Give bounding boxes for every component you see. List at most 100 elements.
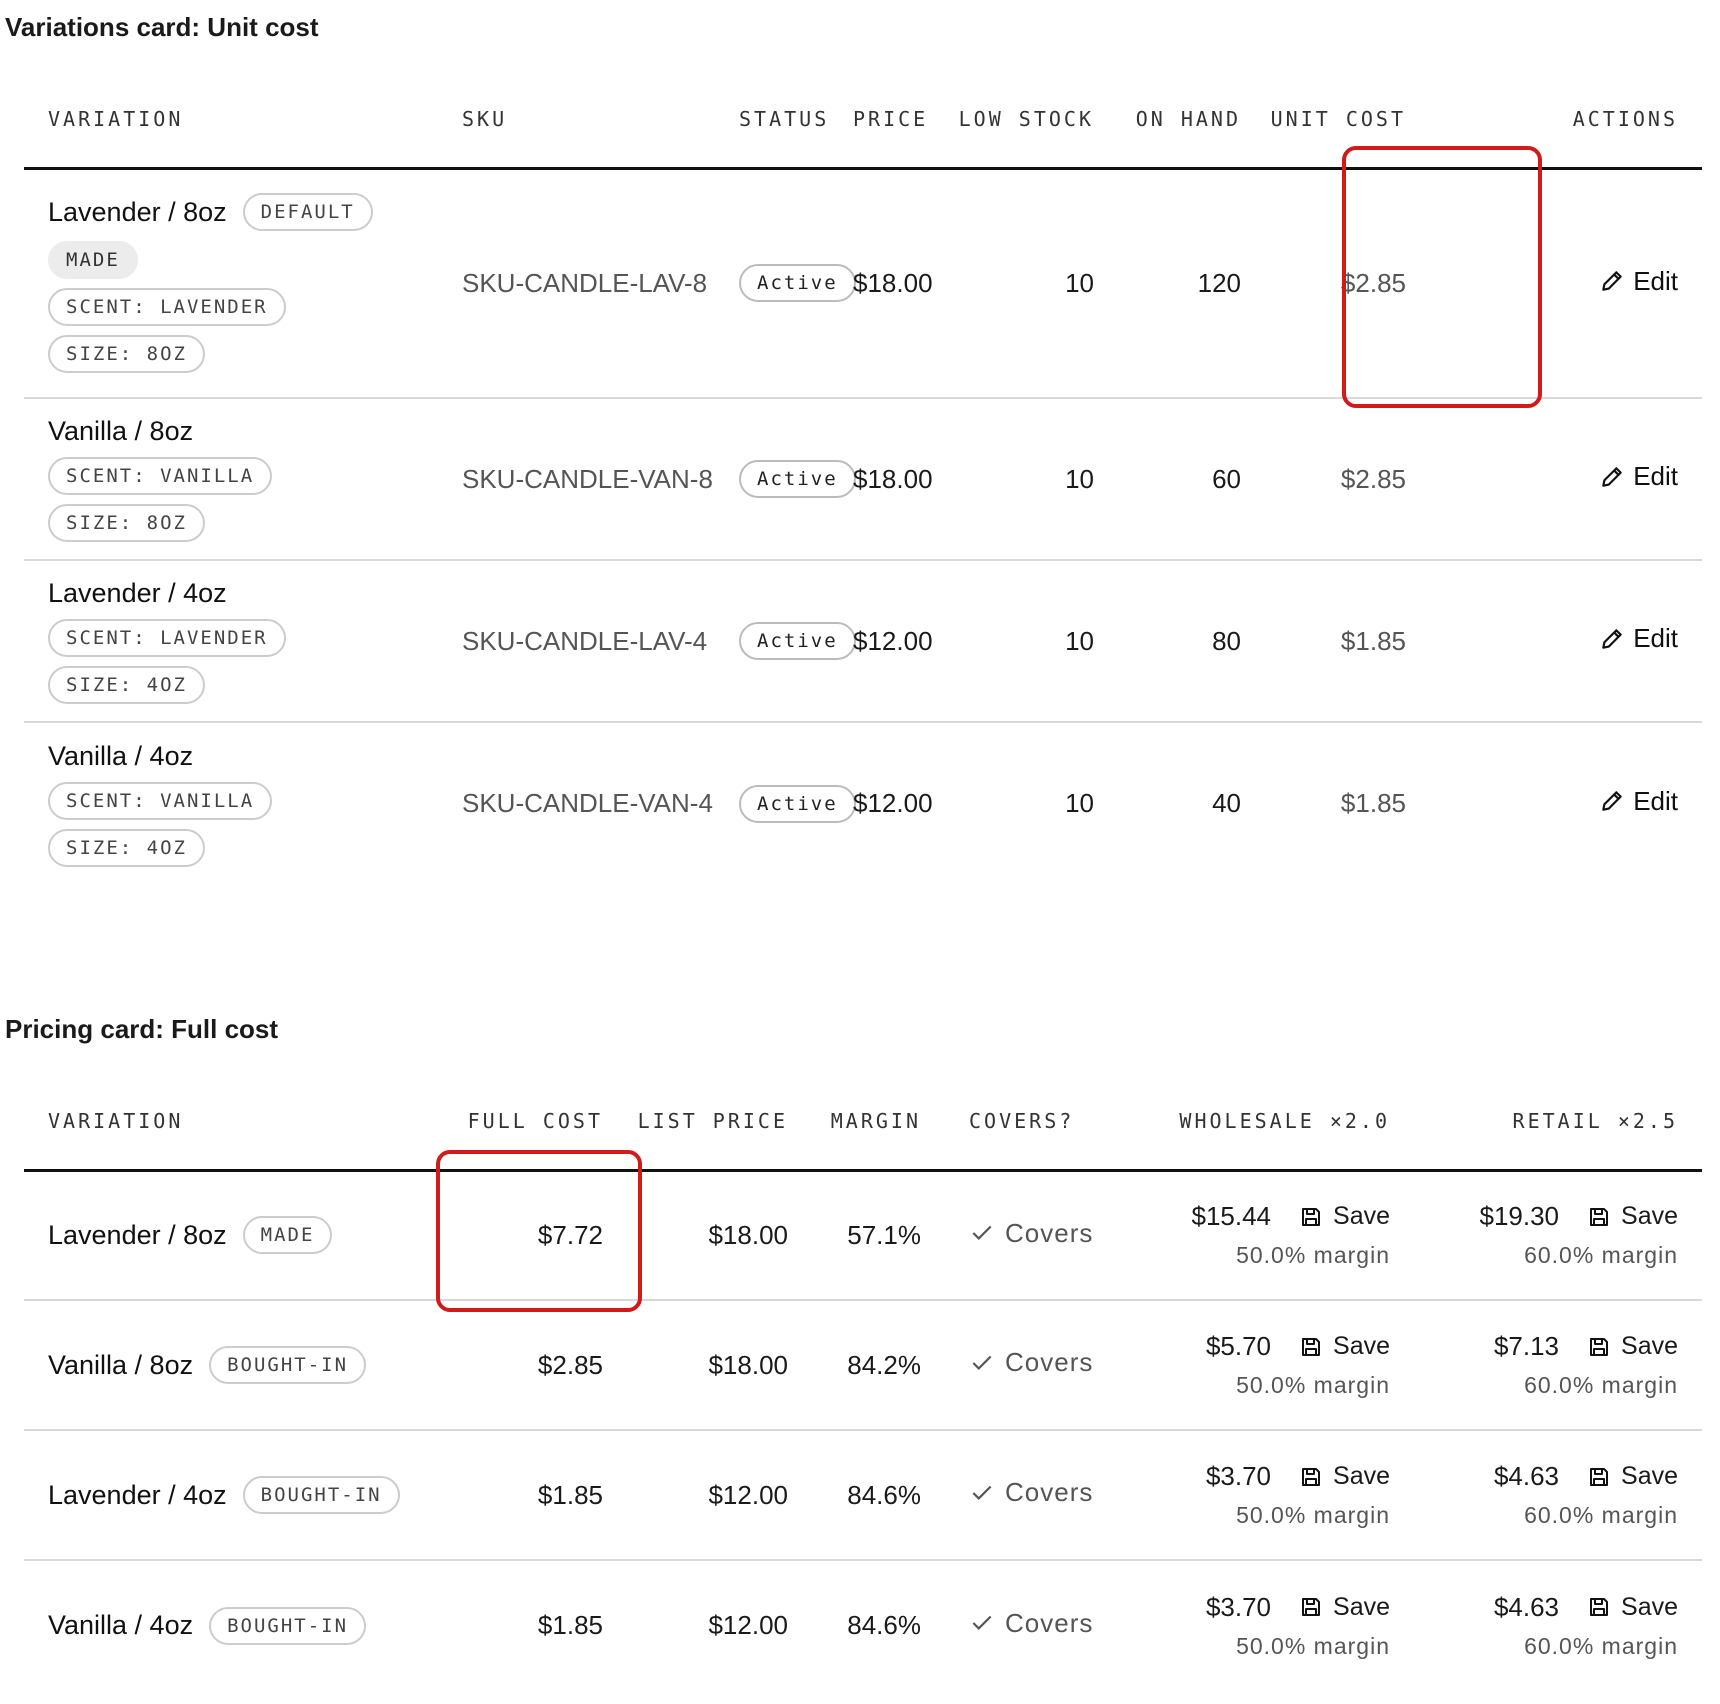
col-header-unit-cost: UNIT COST <box>1265 72 1430 170</box>
retail-price: $7.13 <box>1493 1331 1560 1361</box>
covers-cell: Covers <box>945 1170 1124 1301</box>
variation-cell: Lavender / 8oz DEFAULT MADE SCENT: LAVEN… <box>24 168 438 399</box>
unit-cost-cell: $2.85 <box>1265 168 1430 399</box>
covers-label: Covers <box>1005 1607 1094 1638</box>
variation-name: Lavender / 8oz <box>48 1219 227 1250</box>
edit-label: Edit <box>1633 623 1678 654</box>
status-badge: Active <box>739 264 856 303</box>
retail-margin-note: 60.0% margin <box>1524 1372 1678 1398</box>
table-row: Vanilla / 8oz BOUGHT-IN $2.85 $18.00 84.… <box>24 1300 1702 1431</box>
covers-label: Covers <box>1005 1217 1094 1248</box>
size-attribute-chip: SIZE: 8OZ <box>48 504 205 542</box>
wholesale-cell: $15.44 Save 50.0% margin <box>1124 1170 1414 1301</box>
unit-cost-cell: $1.85 <box>1340 788 1406 818</box>
wholesale-cell: $3.70 Save 50.0% margin <box>1124 1430 1414 1561</box>
list-price-cell: $12.00 <box>627 1430 812 1561</box>
save-label: Save <box>1621 1332 1678 1360</box>
wholesale-price: $15.44 <box>1191 1201 1272 1232</box>
full-cost-cell: $1.85 <box>438 1430 627 1561</box>
edit-button[interactable]: Edit <box>1599 786 1678 817</box>
covers-label: Covers <box>1005 1347 1094 1378</box>
col-header-actions: ACTIONS <box>1430 72 1702 170</box>
pencil-icon <box>1602 271 1622 291</box>
floppy-disk-icon <box>1590 1337 1609 1356</box>
low-stock-cell: 10 <box>952 560 1118 723</box>
wholesale-price: $3.70 <box>1205 1591 1272 1622</box>
floppy-disk-icon <box>1302 1598 1321 1616</box>
col-header-price: PRICE <box>853 72 952 170</box>
floppy-disk-icon <box>1302 1467 1321 1486</box>
save-label: Save <box>1621 1462 1678 1490</box>
save-wholesale-button[interactable]: Save <box>1299 1202 1390 1231</box>
floppy-disk-icon <box>1302 1207 1321 1226</box>
save-wholesale-button[interactable]: Save <box>1299 1332 1390 1361</box>
wholesale-label: WHOLESALE <box>1179 1109 1315 1134</box>
sku-cell: SKU-CANDLE-VAN-8 <box>438 398 715 561</box>
table-row: Lavender / 4oz BOUGHT-IN $1.85 $12.00 84… <box>24 1430 1702 1561</box>
edit-button[interactable]: Edit <box>1599 461 1678 492</box>
covers-cell: Covers <box>945 1430 1124 1561</box>
save-label: Save <box>1333 1592 1390 1621</box>
retail-price: $4.63 <box>1493 1461 1560 1491</box>
edit-button[interactable]: Edit <box>1599 266 1678 297</box>
variation-cell: Lavender / 4oz SCENT: LAVENDER SIZE: 4OZ <box>24 560 438 723</box>
save-label: Save <box>1333 1202 1390 1231</box>
wholesale-margin-note: 50.0% margin <box>1236 1502 1390 1528</box>
col-header-sku: SKU <box>438 72 715 170</box>
size-attribute-chip: SIZE: 8OZ <box>48 335 205 374</box>
save-wholesale-button[interactable]: Save <box>1299 1593 1390 1622</box>
list-price-cell: $18.00 <box>627 1300 812 1431</box>
save-label: Save <box>1621 1202 1678 1231</box>
save-wholesale-button[interactable]: Save <box>1299 1462 1390 1491</box>
source-badge: BOUGHT-IN <box>209 1346 367 1384</box>
retail-margin-note: 60.0% margin <box>1524 1242 1678 1269</box>
edit-button[interactable]: Edit <box>1599 623 1678 654</box>
covers-cell: Covers <box>945 1300 1124 1431</box>
margin-cell: 84.2% <box>812 1300 945 1431</box>
price-cell: $18.00 <box>853 398 952 561</box>
pricing-header-row: VARIATION FULL COST LIST PRICE MARGIN CO… <box>24 1074 1702 1172</box>
retail-multiplier: ×2.5 <box>1617 1109 1678 1134</box>
save-label: Save <box>1333 1332 1390 1360</box>
source-badge: BOUGHT-IN <box>242 1476 400 1514</box>
wholesale-margin-note: 50.0% margin <box>1236 1372 1390 1398</box>
price-cell: $18.00 <box>853 168 952 399</box>
col-header-status: STATUS <box>715 72 853 170</box>
save-retail-button[interactable]: Save <box>1587 1202 1678 1231</box>
list-price-cell: $12.00 <box>708 1610 788 1640</box>
pricing-card-title: Pricing card: Full cost <box>5 1014 279 1044</box>
save-label: Save <box>1333 1462 1390 1490</box>
save-retail-button[interactable]: Save <box>1587 1462 1678 1491</box>
covers-cell: Covers <box>945 1560 1124 1690</box>
variation-name: Vanilla / 4oz <box>48 740 194 771</box>
on-hand-cell: 120 <box>1118 168 1265 399</box>
edit-label: Edit <box>1633 785 1678 816</box>
status-badge: Active <box>739 784 856 823</box>
col-header-list-price: LIST PRICE <box>627 1074 812 1172</box>
pricing-table: VARIATION FULL COST LIST PRICE MARGIN CO… <box>24 1074 1702 1690</box>
retail-cell: $7.13 Save 60.0% margin <box>1414 1300 1702 1431</box>
variation-cell: Lavender / 4oz BOUGHT-IN <box>24 1430 438 1561</box>
sku-cell: SKU-CANDLE-LAV-8 <box>438 168 715 399</box>
margin-cell: 84.6% <box>812 1430 945 1561</box>
table-row: Lavender / 8oz DEFAULT MADE SCENT: LAVEN… <box>24 168 1702 399</box>
edit-label: Edit <box>1633 265 1678 296</box>
price-cell: $12.00 <box>853 788 933 818</box>
unit-cost-cell: $1.85 <box>1265 560 1430 723</box>
variation-name: Lavender / 8oz <box>48 196 227 227</box>
variation-cell: Lavender / 8oz MADE <box>24 1170 438 1301</box>
low-stock-cell: 10 <box>952 168 1118 399</box>
status-cell: Active <box>715 398 856 561</box>
actions-cell: Edit <box>1430 398 1702 561</box>
save-retail-button[interactable]: Save <box>1587 1593 1678 1622</box>
variation-name: Vanilla / 8oz <box>48 1349 194 1380</box>
retail-margin-note: 60.0% margin <box>1524 1632 1678 1659</box>
size-attribute-chip: SIZE: 4OZ <box>48 666 205 704</box>
floppy-disk-icon <box>1302 1337 1321 1356</box>
variations-header-row: VARIATION SKU STATUS PRICE LOW STOCK ON … <box>24 72 1702 170</box>
retail-cell: $4.63 Save 60.0% margin <box>1414 1430 1702 1561</box>
save-retail-button[interactable]: Save <box>1587 1332 1678 1361</box>
variation-cell: Vanilla / 8oz BOUGHT-IN <box>24 1300 438 1431</box>
margin-cell: 84.6% <box>847 1610 921 1640</box>
wholesale-multiplier: ×2.0 <box>1329 1109 1390 1134</box>
